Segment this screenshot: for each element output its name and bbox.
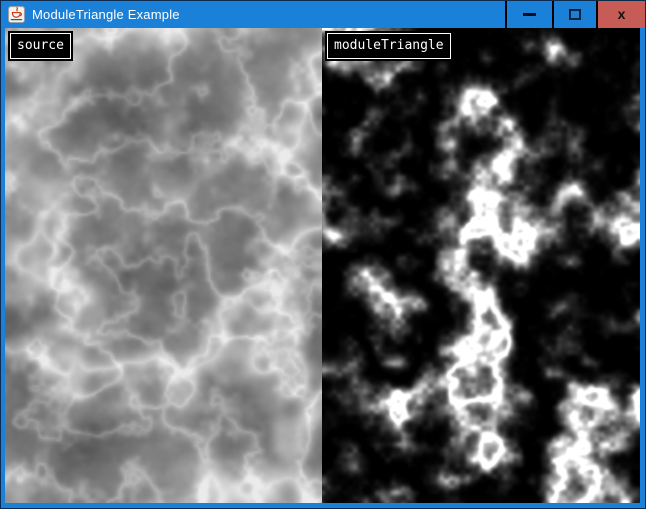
minimize-button[interactable] (505, 1, 552, 28)
close-button[interactable]: x (596, 1, 645, 28)
close-icon: x (618, 7, 626, 21)
titlebar: ModuleTriangle Example x (1, 1, 645, 28)
java-coffee-cup-icon (8, 6, 25, 23)
maximize-icon (569, 9, 581, 20)
maximize-button[interactable] (552, 1, 596, 28)
source-panel: source (5, 28, 322, 503)
window-title: ModuleTriangle Example (32, 7, 180, 22)
module-triangle-noise-image (322, 28, 640, 503)
source-label: source (10, 33, 71, 59)
minimize-icon (523, 13, 536, 16)
content-area: source moduleTriangle (5, 28, 640, 503)
application-window: ModuleTriangle Example x source moduleTr… (0, 0, 646, 509)
module-triangle-panel: moduleTriangle (322, 28, 640, 503)
module-triangle-label: moduleTriangle (327, 33, 451, 59)
source-noise-image (5, 28, 322, 503)
window-controls: x (505, 1, 645, 28)
